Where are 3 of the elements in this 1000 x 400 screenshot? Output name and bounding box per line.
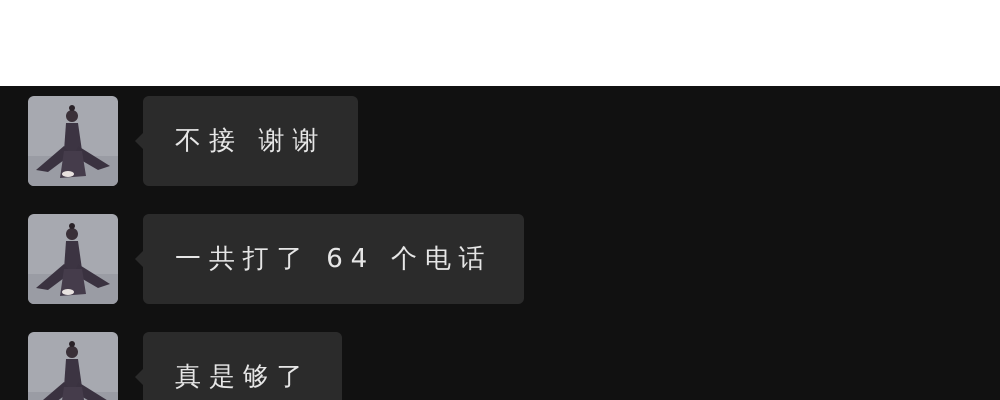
- message-text: 真是够了: [175, 360, 310, 394]
- message-text: 不接 谢谢: [175, 124, 326, 158]
- message-text: 一共打了 64 个电话: [175, 242, 492, 276]
